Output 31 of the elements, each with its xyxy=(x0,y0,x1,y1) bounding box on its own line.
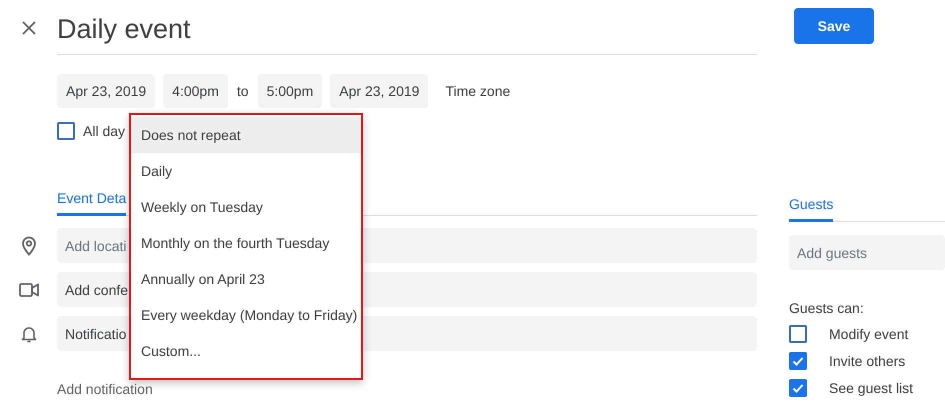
checkbox-label: All day xyxy=(83,123,126,139)
start-time-button[interactable]: 4:00pm xyxy=(163,74,228,108)
checkbox-label: See guest list xyxy=(829,380,914,396)
close-icon xyxy=(22,20,36,34)
end-time-button[interactable]: 5:00pm xyxy=(258,74,322,108)
tab[interactable]: Event Deta xyxy=(57,184,126,216)
checkbox[interactable] xyxy=(789,379,807,397)
checkbox[interactable] xyxy=(789,352,807,370)
menu-item[interactable]: Weekly on Tuesday xyxy=(131,189,361,225)
checkbox[interactable] xyxy=(57,122,75,140)
time-zone-button[interactable]: Time zone xyxy=(436,83,520,99)
start-date-button[interactable]: Apr 23, 2019 xyxy=(57,74,156,108)
separator-text: to xyxy=(236,83,249,99)
guests-field[interactable]: Add guests xyxy=(789,235,945,270)
permissions-heading: Guests can: xyxy=(789,300,865,316)
checkbox-label: Invite others xyxy=(829,353,906,369)
checkmark-icon xyxy=(792,383,804,393)
save-button[interactable]: Save xyxy=(794,8,874,44)
add-notification-link[interactable]: Add notification xyxy=(57,381,153,397)
checkbox[interactable] xyxy=(789,325,807,343)
event-title[interactable]: Daily event xyxy=(57,0,757,55)
tab[interactable]: Guests xyxy=(789,190,834,222)
location-pin-icon xyxy=(20,236,36,256)
end-date-button[interactable]: Apr 23, 2019 xyxy=(330,74,428,108)
menu-item[interactable]: Does not repeat xyxy=(131,117,361,153)
menu-item[interactable]: Daily xyxy=(131,153,361,189)
bell-icon xyxy=(20,324,36,342)
video-camera-icon xyxy=(18,282,38,298)
checkbox-label: Modify event xyxy=(829,326,908,342)
menu-item[interactable]: Monthly on the fourth Tuesday xyxy=(131,225,361,261)
checkmark-icon xyxy=(792,356,804,366)
